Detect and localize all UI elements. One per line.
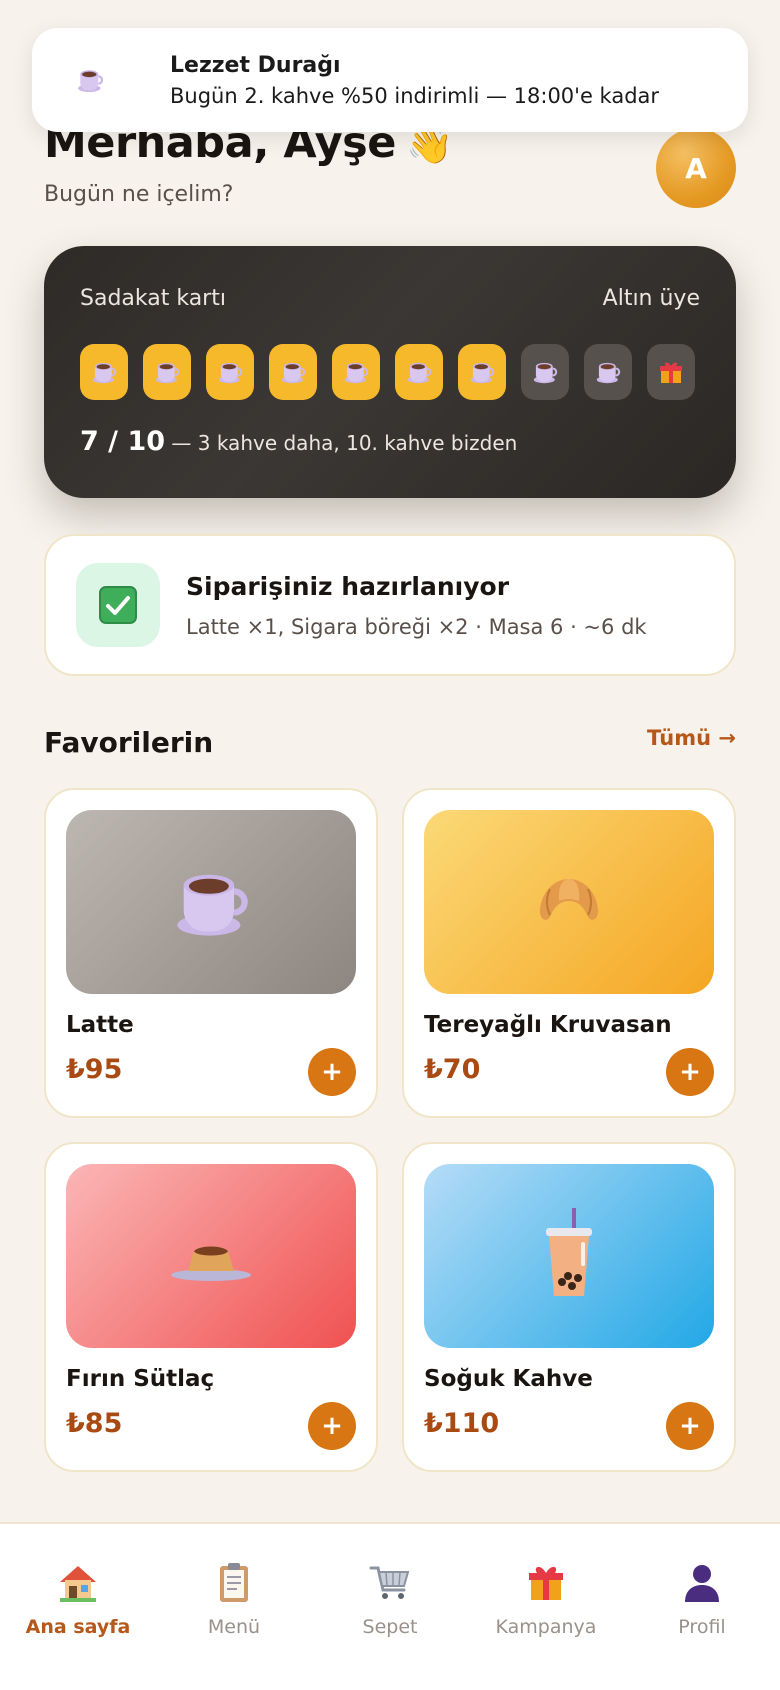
- nav-item-menu[interactable]: Menü: [164, 1556, 304, 1690]
- home-icon: [52, 1556, 104, 1608]
- nav-label-campaign: Kampanya: [495, 1616, 597, 1638]
- coffee-cup-icon: [531, 358, 559, 386]
- product-name: Tereyağlı Kruvasan: [424, 1012, 672, 1038]
- product-image: [424, 1164, 714, 1348]
- product-card[interactable]: Fırın Sütlaç ₺85 +: [44, 1142, 378, 1472]
- stamp-filled: [80, 344, 128, 400]
- product-price: ₺110: [424, 1408, 500, 1439]
- stamp-filled: [269, 344, 317, 400]
- product-price: ₺95: [66, 1054, 123, 1085]
- add-to-cart-button[interactable]: +: [308, 1402, 356, 1450]
- notification-title: Lezzet Durağı: [170, 52, 341, 78]
- product-image: [66, 810, 356, 994]
- coffee-cup-icon: [468, 358, 496, 386]
- stamp-filled: [332, 344, 380, 400]
- coffee-cup-icon: [405, 358, 433, 386]
- bottom-navigation: Ana sayfa Menü Sepet Kampanya Profil: [0, 1522, 780, 1690]
- coffee-cup-icon: [169, 860, 253, 944]
- product-card[interactable]: Tereyağlı Kruvasan ₺70 +: [402, 788, 736, 1118]
- loyalty-card[interactable]: Sadakat kartı Altın üye 7 / 10 — 3 kahve…: [44, 246, 736, 498]
- coffee-cup-icon: [594, 358, 622, 386]
- stamp-reward: [647, 344, 695, 400]
- product-name: Soğuk Kahve: [424, 1366, 593, 1392]
- coffee-cup-icon: [62, 52, 118, 108]
- user-icon: [676, 1556, 728, 1608]
- product-name: Latte: [66, 1012, 134, 1038]
- nav-item-campaign[interactable]: Kampanya: [476, 1556, 616, 1690]
- greeting-subtitle: Bugün ne içelim?: [44, 182, 234, 207]
- stamp-empty: [584, 344, 632, 400]
- stamp-filled: [458, 344, 506, 400]
- notification-body: Bugün 2. kahve %50 indirimli — 18:00'e k…: [170, 83, 660, 108]
- coffee-cup-icon: [153, 358, 181, 386]
- nav-item-profile[interactable]: Profil: [632, 1556, 772, 1690]
- stamp-filled: [206, 344, 254, 400]
- notification-banner[interactable]: Lezzet Durağı Bugün 2. kahve %50 indirim…: [32, 28, 748, 132]
- stamp-remaining-text: — 3 kahve daha, 10. kahve bizden: [171, 431, 518, 455]
- nav-label-menu: Menü: [207, 1616, 261, 1638]
- nav-label-cart: Sepet: [362, 1616, 418, 1638]
- checkmark-icon: [76, 563, 160, 647]
- product-name: Fırın Sütlaç: [66, 1366, 215, 1392]
- product-card[interactable]: Soğuk Kahve ₺110 +: [402, 1142, 736, 1472]
- coffee-cup-icon: [279, 358, 307, 386]
- coffee-cup-icon: [216, 358, 244, 386]
- see-all-link[interactable]: Tümü →: [647, 726, 736, 750]
- coffee-cup-icon: [90, 358, 118, 386]
- product-card[interactable]: Latte ₺95 +: [44, 788, 378, 1118]
- clipboard-icon: [208, 1556, 260, 1608]
- gift-icon: [660, 362, 682, 383]
- stamp-row: [80, 344, 695, 400]
- order-status-title: Siparişiniz hazırlanıyor: [186, 571, 510, 601]
- membership-tier: Altın üye: [602, 286, 700, 311]
- add-to-cart-button[interactable]: +: [666, 1048, 714, 1096]
- stamp-filled: [143, 344, 191, 400]
- gift-icon: [520, 1556, 572, 1608]
- order-status-card[interactable]: Siparişiniz hazırlanıyor Latte ×1, Sigar…: [44, 534, 736, 676]
- add-to-cart-button[interactable]: +: [308, 1048, 356, 1096]
- loyalty-card-title: Sadakat kartı: [80, 286, 226, 311]
- product-price: ₺70: [424, 1054, 481, 1085]
- avatar[interactable]: A: [656, 128, 736, 208]
- iced-coffee-icon: [546, 1208, 592, 1296]
- favorites-heading: Favorilerin: [44, 726, 214, 759]
- loyalty-progress: 7 / 10 — 3 kahve daha, 10. kahve bizden: [80, 426, 517, 457]
- pudding-icon: [171, 1246, 251, 1281]
- product-price: ₺85: [66, 1408, 123, 1439]
- stamp-filled: [395, 344, 443, 400]
- nav-item-cart[interactable]: Sepet: [320, 1556, 460, 1690]
- nav-item-home[interactable]: Ana sayfa: [8, 1556, 148, 1690]
- add-to-cart-button[interactable]: +: [666, 1402, 714, 1450]
- nav-label-home: Ana sayfa: [25, 1616, 131, 1638]
- stamp-count: 7 / 10: [80, 426, 166, 457]
- order-details: Latte ×1, Sigara böreği ×2 · Masa 6 · ~6…: [186, 614, 647, 639]
- coffee-cup-icon: [342, 358, 370, 386]
- stamp-empty: [521, 344, 569, 400]
- croissant-icon: [539, 879, 599, 920]
- nav-label-profile: Profil: [678, 1616, 726, 1638]
- product-image: [66, 1164, 356, 1348]
- product-image: [424, 810, 714, 994]
- cart-icon: [364, 1556, 416, 1608]
